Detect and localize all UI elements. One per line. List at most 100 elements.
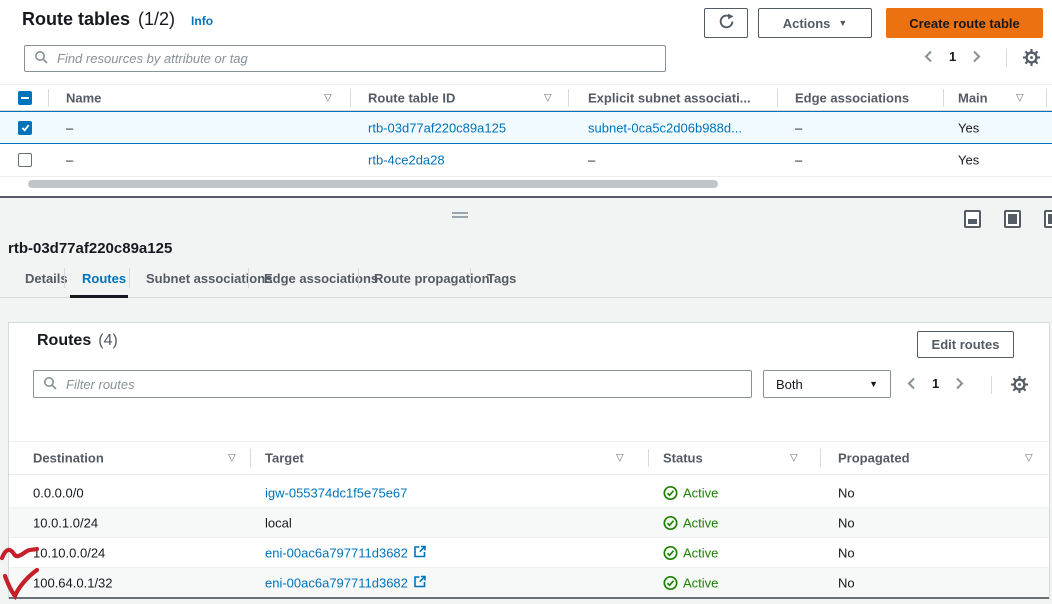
external-link-icon[interactable] [414,545,426,560]
divider [991,376,992,394]
tab-divider [64,268,65,288]
status-active-icon [663,545,678,560]
row-checkbox[interactable] [18,153,32,167]
cell-edge: – [795,153,802,168]
column-header-route-table-id[interactable]: Route table ID [368,90,455,105]
cell-propagated: No [838,515,855,530]
caret-down-icon: ▼ [838,19,847,28]
target-link[interactable]: eni-00ac6a797711d3682 [265,545,408,560]
cell-propagated: No [838,545,855,560]
cell-name: – [66,120,73,135]
info-link[interactable]: Info [191,14,213,28]
column-divider [350,89,351,107]
tab-edge-associations[interactable]: Edge associations [264,271,378,286]
tab-divider [358,268,359,288]
column-divider [777,89,778,107]
settings-gear-icon[interactable] [1010,375,1029,397]
create-route-table-button[interactable]: Create route table [886,8,1043,38]
cell-propagated: No [838,575,855,590]
sort-icon[interactable]: ▽ [228,453,236,464]
cell-propagated: No [838,485,855,500]
next-page-icon[interactable] [972,50,981,63]
cell-status: Active [663,575,718,590]
edit-routes-label: Edit routes [932,337,1000,352]
routes-panel-header: Routes (4) [37,332,118,350]
actions-button[interactable]: Actions ▼ [758,8,872,38]
sort-icon[interactable]: ▽ [324,92,332,103]
layout-full-panel-icon[interactable] [1004,210,1021,228]
previous-page-icon[interactable] [924,50,933,63]
caret-down-icon: ▼ [869,380,878,389]
subnet-association-link[interactable]: subnet-0ca5c2d06b988d... [588,120,742,135]
routes-filter-input[interactable] [64,376,742,393]
status-active-icon [663,515,678,530]
column-header-name[interactable]: Name [66,90,101,105]
route-row: 100.64.0.1/32 eni-00ac6a797711d3682 Acti… [9,568,1049,598]
previous-page-icon[interactable] [907,377,916,390]
tabs-bottom-border [0,297,1052,298]
layout-bottom-panel-icon[interactable] [964,210,981,228]
cell-status: Active [663,515,718,530]
tab-routes[interactable]: Routes [82,271,126,286]
status-label: Active [683,575,718,590]
cell-subnet: – [588,153,595,168]
column-header-main[interactable]: Main [958,90,988,105]
panel-resize-handle[interactable] [452,212,468,218]
sort-icon[interactable]: ▽ [544,92,552,103]
sort-icon[interactable]: ▽ [616,453,624,464]
target-link[interactable]: igw-055374dc1f5e75e67 [265,485,407,500]
sort-icon[interactable]: ▽ [1016,92,1024,103]
page-title: Route tables [22,9,130,30]
column-header-edge-associations[interactable]: Edge associations [795,90,909,105]
horizontal-scrollbar-thumb[interactable] [28,180,718,188]
column-header-explicit-subnet[interactable]: Explicit subnet associati... [588,90,751,105]
page-number[interactable]: 1 [949,49,956,64]
table-row[interactable]: – rtb-03d77af220c89a125 subnet-0ca5c2d06… [0,111,1052,144]
column-divider [250,449,251,467]
column-header-status[interactable]: Status [663,451,703,466]
settings-gear-icon[interactable] [1022,48,1041,70]
column-divider [568,89,569,107]
routes-title: Routes [37,332,91,350]
search-icon [34,50,48,67]
tab-divider [470,268,471,288]
table-row[interactable]: – rtb-4ce2da28 – – Yes [0,144,1052,177]
tab-subnet-associations[interactable]: Subnet associations [146,271,272,286]
routes-count: (4) [98,332,118,350]
tab-tags[interactable]: Tags [487,271,516,286]
search-input[interactable] [55,50,656,67]
cell-destination: 0.0.0.0/0 [33,485,84,500]
tab-route-propagation[interactable]: Route propagation [374,271,490,286]
page-number[interactable]: 1 [932,376,939,391]
row-checkbox[interactable] [18,121,32,135]
cell-edge: – [795,120,802,135]
select-all-checkbox[interactable] [18,91,32,105]
sort-icon[interactable]: ▽ [1025,453,1033,464]
route-tables-header-row: Name ▽ Route table ID ▽ Explicit subnet … [0,84,1052,111]
cell-status: Active [663,485,718,500]
tab-details[interactable]: Details [25,271,68,286]
cell-target: eni-00ac6a797711d3682 [265,575,426,590]
column-header-target[interactable]: Target [265,451,304,466]
routes-filter-box [33,370,752,398]
column-header-propagated[interactable]: Propagated [838,451,910,466]
route-table-id-link[interactable]: rtb-4ce2da28 [368,153,445,168]
next-page-icon[interactable] [955,377,964,390]
filter-type-select[interactable]: Both ▼ [763,370,891,398]
column-header-destination[interactable]: Destination [33,451,104,466]
cell-name: – [66,153,73,168]
route-tables-page: Route tables (1/2) Info Actions ▼ Create… [0,0,1052,604]
pagination-routes: 1 [907,376,964,391]
route-table-id-link[interactable]: rtb-03d77af220c89a125 [368,120,506,135]
refresh-button[interactable] [704,8,748,38]
layout-side-panel-icon[interactable] [1044,210,1052,228]
sort-icon[interactable]: ▽ [790,453,798,464]
page-count: (1/2) [138,9,175,30]
active-tab-underline [70,295,128,298]
status-label: Active [683,515,718,530]
target-link[interactable]: eni-00ac6a797711d3682 [265,575,408,590]
external-link-icon[interactable] [414,575,426,590]
cell-main: Yes [958,120,979,135]
edit-routes-button[interactable]: Edit routes [917,331,1014,358]
resource-search-box [24,45,666,72]
